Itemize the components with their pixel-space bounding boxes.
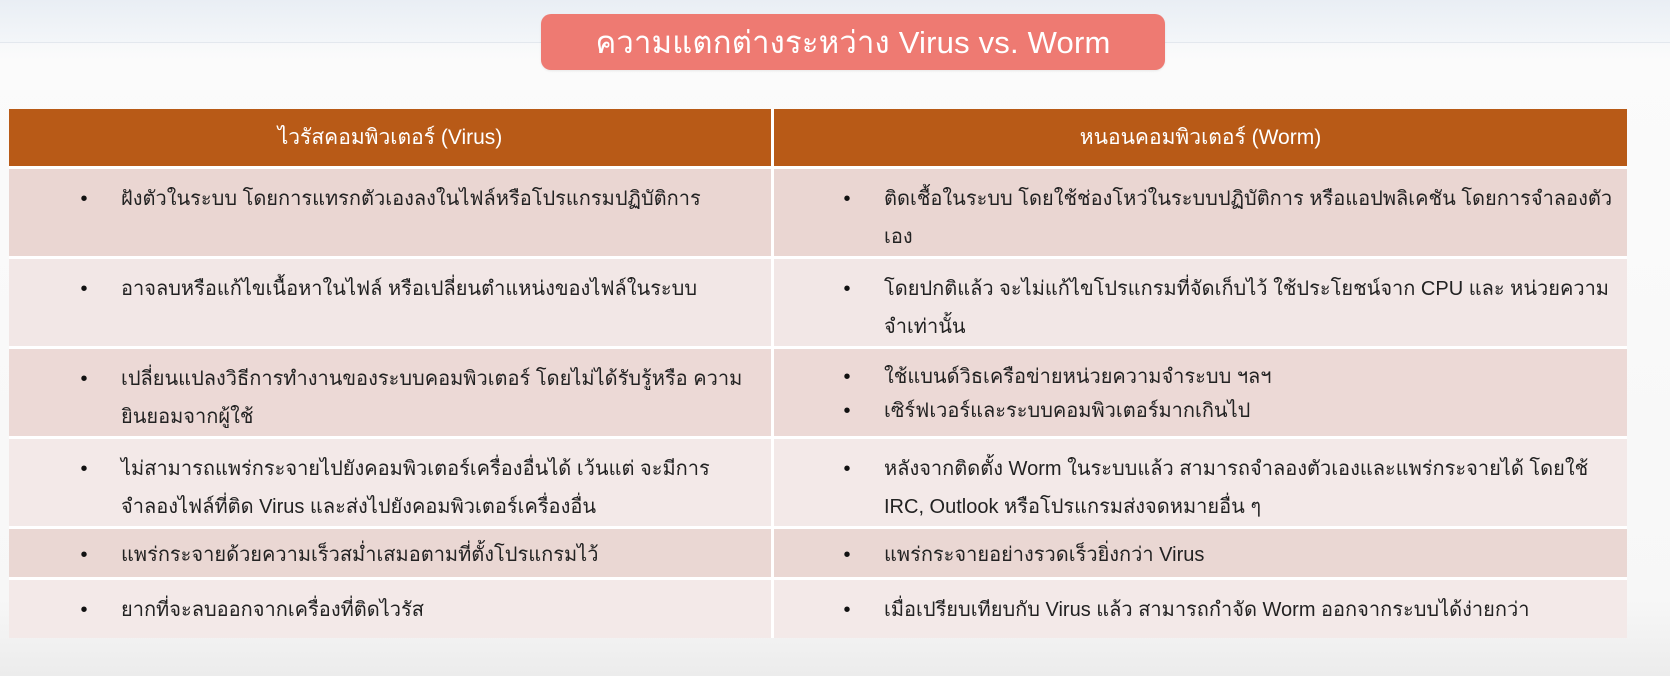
list-item: • เปลี่ยนแปลงวิธีการทำงานของระบบคอมพิวเตอ…: [80, 360, 751, 436]
list-item: • เซิร์ฟเวอร์และระบบคอมพิวเตอร์มากเกินไป: [843, 394, 1617, 428]
bullet-icon: •: [843, 188, 851, 210]
column-header-virus: ไวรัสคอมพิวเตอร์ (Virus): [9, 109, 774, 166]
list-item: • ใช้แบนด์วิธเครือข่ายหน่วยความจำระบบ ฯลฯ: [843, 360, 1617, 394]
worm-cell: • เมื่อเปรียบเทียบกับ Virus แล้ว สามารถกำ…: [774, 577, 1627, 638]
bullet-icon: •: [80, 278, 88, 300]
table-row: • ยากที่จะลบออกจากเครื่องที่ติดไวรัส • เมื…: [9, 577, 1627, 638]
list-item: • ฝังตัวในระบบ โดยการแทรกตัวเองลงในไฟล์หร…: [80, 180, 751, 218]
worm-cell: • แพร่กระจายอย่างรวดเร็วยิ่งกว่า Virus: [774, 526, 1627, 577]
list-item: • เมื่อเปรียบเทียบกับ Virus แล้ว สามารถกำ…: [843, 591, 1617, 629]
bullet-icon: •: [843, 366, 851, 388]
virus-text: ฝังตัวในระบบ โดยการแทรกตัวเองลงในไฟล์หรื…: [121, 188, 701, 210]
virus-text: ไม่สามารถแพร่กระจายไปยังคอมพิวเตอร์เครื่…: [121, 458, 710, 518]
virus-cell: • ยากที่จะลบออกจากเครื่องที่ติดไวรัส: [9, 577, 774, 638]
virus-text: เปลี่ยนแปลงวิธีการทำงานของระบบคอมพิวเตอร…: [121, 368, 743, 428]
bullet-icon: •: [80, 599, 88, 621]
table-row: • เปลี่ยนแปลงวิธีการทำงานของระบบคอมพิวเตอ…: [9, 346, 1627, 436]
page-title: ความแตกต่างระหว่าง Virus vs. Worm: [541, 14, 1165, 70]
virus-cell: • แพร่กระจายด้วยความเร็วสม่ำเสมอตามที่ตั้…: [9, 526, 774, 577]
worm-cell: • โดยปกติแล้ว จะไม่แก้ไขโปรแกรมที่จัดเก็บ…: [774, 256, 1627, 346]
list-item: • อาจลบหรือแก้ไขเนื้อหาในไฟล์ หรือเปลี่ยน…: [80, 270, 751, 308]
list-item: • ยากที่จะลบออกจากเครื่องที่ติดไวรัส: [80, 591, 751, 629]
bullet-icon: •: [843, 544, 851, 566]
column-header-worm: หนอนคอมพิวเตอร์ (Worm): [774, 109, 1627, 166]
worm-cell: • หลังจากติดตั้ง Worm ในระบบแล้ว สามารถจำ…: [774, 436, 1627, 526]
virus-cell: • อาจลบหรือแก้ไขเนื้อหาในไฟล์ หรือเปลี่ยน…: [9, 256, 774, 346]
virus-text: อาจลบหรือแก้ไขเนื้อหาในไฟล์ หรือเปลี่ยนต…: [121, 278, 698, 300]
list-item: • หลังจากติดตั้ง Worm ในระบบแล้ว สามารถจำ…: [843, 450, 1617, 526]
list-item: • โดยปกติแล้ว จะไม่แก้ไขโปรแกรมที่จัดเก็บ…: [843, 270, 1617, 346]
worm-cell: • ใช้แบนด์วิธเครือข่ายหน่วยความจำระบบ ฯลฯ…: [774, 346, 1627, 436]
worm-text: ใช้แบนด์วิธเครือข่ายหน่วยความจำระบบ ฯลฯ: [884, 366, 1272, 388]
table-header-row: ไวรัสคอมพิวเตอร์ (Virus) หนอนคอมพิวเตอร์…: [9, 109, 1627, 166]
bullet-icon: •: [843, 278, 851, 300]
table-row: • ไม่สามารถแพร่กระจายไปยังคอมพิวเตอร์เครื…: [9, 436, 1627, 526]
worm-text: ติดเชื้อในระบบ โดยใช้ช่องโหว่ในระบบปฏิบั…: [884, 188, 1613, 248]
table-row: • ฝังตัวในระบบ โดยการแทรกตัวเองลงในไฟล์หร…: [9, 166, 1627, 256]
table-row: • อาจลบหรือแก้ไขเนื้อหาในไฟล์ หรือเปลี่ยน…: [9, 256, 1627, 346]
table-row: • แพร่กระจายด้วยความเร็วสม่ำเสมอตามที่ตั้…: [9, 526, 1627, 577]
bullet-icon: •: [80, 544, 88, 566]
bullet-icon: •: [80, 188, 88, 210]
bullet-icon: •: [843, 599, 851, 621]
list-item: • ติดเชื้อในระบบ โดยใช้ช่องโหว่ในระบบปฏิบ…: [843, 180, 1617, 256]
bullet-icon: •: [80, 368, 88, 390]
worm-text: โดยปกติแล้ว จะไม่แก้ไขโปรแกรมที่จัดเก็บไ…: [884, 278, 1609, 338]
worm-text: หลังจากติดตั้ง Worm ในระบบแล้ว สามารถจำล…: [884, 458, 1589, 518]
virus-cell: • ไม่สามารถแพร่กระจายไปยังคอมพิวเตอร์เครื…: [9, 436, 774, 526]
worm-cell: • ติดเชื้อในระบบ โดยใช้ช่องโหว่ในระบบปฏิบ…: [774, 166, 1627, 256]
bullet-icon: •: [843, 400, 851, 422]
comparison-table: ไวรัสคอมพิวเตอร์ (Virus) หนอนคอมพิวเตอร์…: [9, 109, 1627, 638]
worm-text: แพร่กระจายอย่างรวดเร็วยิ่งกว่า Virus: [884, 544, 1205, 566]
list-item: • ไม่สามารถแพร่กระจายไปยังคอมพิวเตอร์เครื…: [80, 450, 751, 526]
virus-cell: • เปลี่ยนแปลงวิธีการทำงานของระบบคอมพิวเตอ…: [9, 346, 774, 436]
worm-text: เมื่อเปรียบเทียบกับ Virus แล้ว สามารถกำจ…: [884, 599, 1530, 621]
worm-text: เซิร์ฟเวอร์และระบบคอมพิวเตอร์มากเกินไป: [884, 400, 1251, 422]
list-item: • แพร่กระจายด้วยความเร็วสม่ำเสมอตามที่ตั้…: [80, 536, 751, 574]
virus-text: แพร่กระจายด้วยความเร็วสม่ำเสมอตามที่ตั้ง…: [121, 544, 599, 566]
virus-cell: • ฝังตัวในระบบ โดยการแทรกตัวเองลงในไฟล์หร…: [9, 166, 774, 256]
virus-text: ยากที่จะลบออกจากเครื่องที่ติดไวรัส: [121, 599, 424, 621]
bullet-icon: •: [80, 458, 88, 480]
bullet-icon: •: [843, 458, 851, 480]
list-item: • แพร่กระจายอย่างรวดเร็วยิ่งกว่า Virus: [843, 536, 1617, 574]
